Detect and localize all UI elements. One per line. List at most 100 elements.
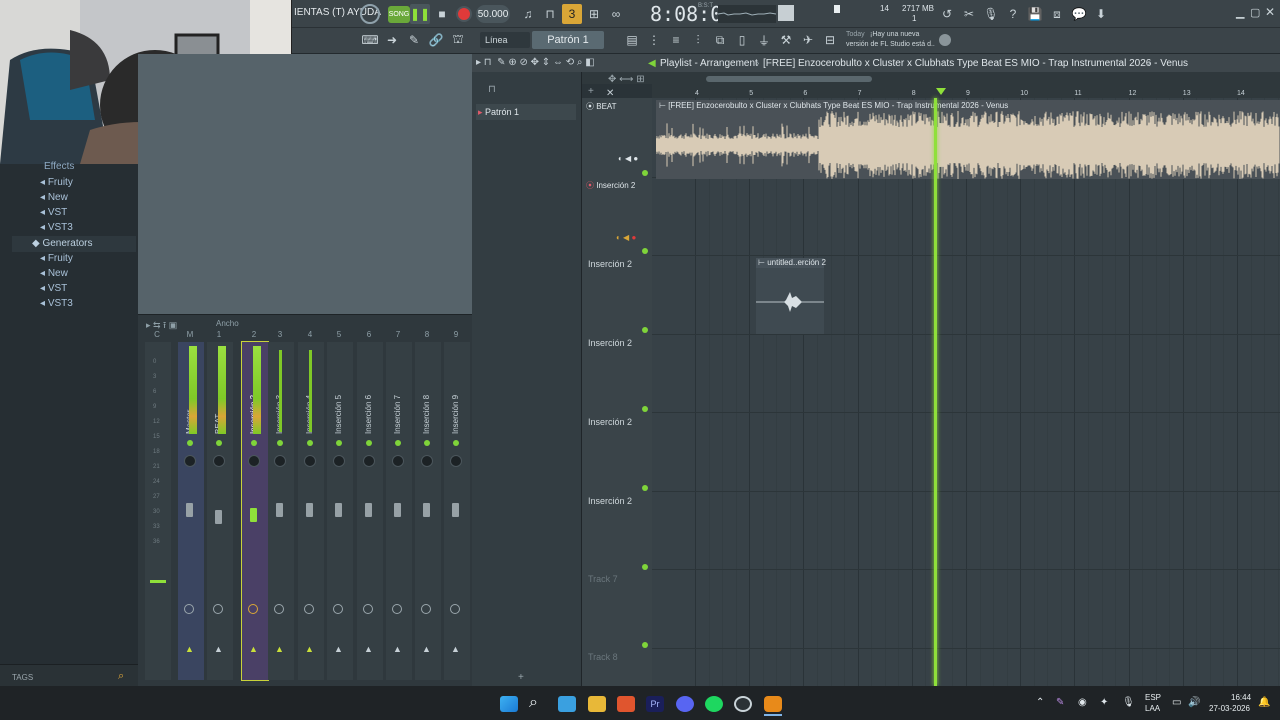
send-arrow-icon[interactable]: ▲ — [185, 644, 194, 654]
pan-knob[interactable] — [421, 455, 433, 467]
route-button[interactable] — [248, 604, 258, 614]
track-name-8[interactable]: Track 8 — [588, 652, 618, 662]
track-name-3[interactable]: Inserción 2 — [588, 259, 632, 269]
mixer-mute-led[interactable] — [336, 440, 342, 446]
volume-fader[interactable] — [452, 503, 459, 517]
clock-date[interactable]: 27-03-2026 — [1209, 704, 1250, 713]
news-settings-icon[interactable] — [939, 34, 951, 46]
marketplace-icon[interactable]: ✈ — [798, 30, 818, 50]
track-name-1[interactable]: ⦿ BEAT — [586, 101, 617, 112]
help-icon[interactable]: ? — [1003, 4, 1023, 24]
store-icon[interactable]: ⊟ — [820, 30, 840, 50]
pan-knob[interactable] — [333, 455, 345, 467]
track-1-controls[interactable]: ◐ ◀ ● — [618, 154, 638, 163]
mixer-mute-led[interactable] — [366, 440, 372, 446]
pan-knob[interactable] — [363, 455, 375, 467]
pan-knob[interactable] — [392, 455, 404, 467]
route-button[interactable] — [304, 604, 314, 614]
play-button[interactable]: ❚❚ — [410, 4, 430, 24]
volume-fader[interactable] — [394, 503, 401, 517]
route-button[interactable] — [392, 604, 402, 614]
track-name-2[interactable]: ⦿ Inserción 2 — [586, 180, 635, 191]
plugin-icon[interactable]: ⏚ — [754, 30, 774, 50]
tools-icon[interactable]: ⚒ — [776, 30, 796, 50]
tray-overflow-icon[interactable]: ⌃ — [1036, 697, 1044, 708]
mixer-mute-led[interactable] — [187, 440, 193, 446]
browser-item-vst-gen[interactable]: ◂ VST — [40, 283, 67, 294]
send-arrow-icon[interactable]: ▲ — [451, 644, 460, 654]
small-clip-body[interactable] — [756, 268, 824, 334]
search-icon[interactable]: ⌕ — [118, 670, 124, 683]
pan-knob[interactable] — [304, 455, 316, 467]
pan-knob[interactable] — [274, 455, 286, 467]
premiere-icon[interactable]: Pr — [646, 696, 664, 712]
add-track-icon[interactable]: + — [588, 86, 594, 97]
track-name-5[interactable]: Inserción 2 — [588, 417, 632, 427]
countdown-icon[interactable]: 3 — [562, 4, 582, 24]
tempo-display[interactable]: 50.000 — [476, 5, 510, 23]
channel-rack-icon[interactable]: ⋮ — [644, 30, 664, 50]
track-name-7[interactable]: Track 7 — [588, 574, 618, 584]
loop-record-icon[interactable]: ∞ — [606, 4, 626, 24]
stop-button[interactable]: ■ — [432, 4, 452, 24]
mixer-mute-led[interactable] — [424, 440, 430, 446]
volume-fader[interactable] — [186, 503, 193, 517]
brave-browser-icon[interactable] — [617, 696, 635, 712]
mixer-view-icon[interactable]: ⫶ — [688, 30, 708, 50]
browser-item-vst3[interactable]: ◂ VST3 — [40, 222, 73, 233]
mixer-mute-led[interactable] — [216, 440, 222, 446]
spotify-icon[interactable] — [705, 696, 723, 712]
playlist-play-icon[interactable]: ◀ — [648, 58, 656, 69]
network-icon[interactable]: ▭ — [1172, 697, 1181, 708]
window-close-icon[interactable]: ✕ — [1265, 5, 1275, 19]
browser-item-fruity-gen[interactable]: ◂ Fruity — [40, 253, 73, 264]
browser-folder-generators[interactable]: ◆ Generators — [32, 238, 93, 249]
playlist-scroll-area[interactable] — [582, 72, 1280, 84]
pan-knob[interactable] — [213, 455, 225, 467]
taskbar-search-icon[interactable]: ⌕ — [529, 694, 538, 712]
send-arrow-icon[interactable]: ▲ — [249, 644, 258, 654]
send-arrow-icon[interactable]: ▲ — [364, 644, 373, 654]
piano-roll-icon[interactable]: ≡ — [666, 30, 686, 50]
add-pattern-icon[interactable]: + — [518, 672, 524, 683]
mixer-header-label[interactable]: Ancho — [216, 319, 239, 328]
route-button[interactable] — [363, 604, 373, 614]
widgets-icon[interactable] — [558, 696, 576, 712]
mixer-mute-led[interactable] — [453, 440, 459, 446]
send-arrow-icon[interactable]: ▲ — [305, 644, 314, 654]
fl-studio-icon[interactable] — [764, 696, 782, 712]
cut-icon[interactable]: ✂ — [959, 4, 979, 24]
browser-item-vst[interactable]: ◂ VST — [40, 207, 67, 218]
song-mode-toggle[interactable]: SONG — [388, 6, 410, 23]
link-icon[interactable]: 🔗 — [426, 30, 446, 50]
step-edit-icon[interactable]: ⊞ — [584, 4, 604, 24]
mixer-mute-led[interactable] — [277, 440, 283, 446]
send-arrow-icon[interactable]: ▲ — [275, 644, 284, 654]
audio-clip-waveform[interactable] — [655, 111, 1280, 179]
browser-icon[interactable]: ⧉ — [710, 30, 730, 50]
file-explorer-icon[interactable] — [588, 696, 606, 712]
browser-item-new[interactable]: ◂ New — [40, 192, 68, 203]
track-4-led[interactable] — [642, 406, 648, 412]
mixer-mute-led[interactable] — [251, 440, 257, 446]
stamp-icon[interactable]: ⛫ — [448, 30, 468, 50]
send-arrow-icon[interactable]: ▲ — [422, 644, 431, 654]
browser-item-vst3-gen[interactable]: ◂ VST3 — [40, 298, 73, 309]
track-3-led[interactable] — [642, 327, 648, 333]
language-code[interactable]: ESP — [1145, 693, 1161, 702]
snap-select[interactable]: Línea — [480, 32, 530, 48]
track-name-4[interactable]: Inserción 2 — [588, 338, 632, 348]
undo-icon[interactable]: ↺ — [937, 4, 957, 24]
route-button[interactable] — [274, 604, 284, 614]
save-icon[interactable]: 💾 — [1025, 4, 1045, 24]
metronome-icon[interactable]: ♫ — [518, 4, 538, 24]
route-button[interactable] — [333, 604, 343, 614]
keyboard-icon[interactable]: ⌨ — [360, 30, 380, 50]
playlist-tools[interactable]: ▸ ⊓ ✎ ⊕ ⊘ ✥ ⇕ ⇔ ⟲ ⌕ ◧ — [476, 57, 595, 68]
notification-icon[interactable]: 🔔 — [1258, 697, 1270, 708]
windows-start-icon[interactable] — [500, 696, 518, 712]
news-line-1[interactable]: ¡Hay una nueva — [870, 31, 919, 38]
mic-icon[interactable]: 🎙 — [981, 4, 1001, 24]
file-icon[interactable]: ▯ — [732, 30, 752, 50]
mixer-icon[interactable]: ⧈ — [1047, 4, 1067, 24]
